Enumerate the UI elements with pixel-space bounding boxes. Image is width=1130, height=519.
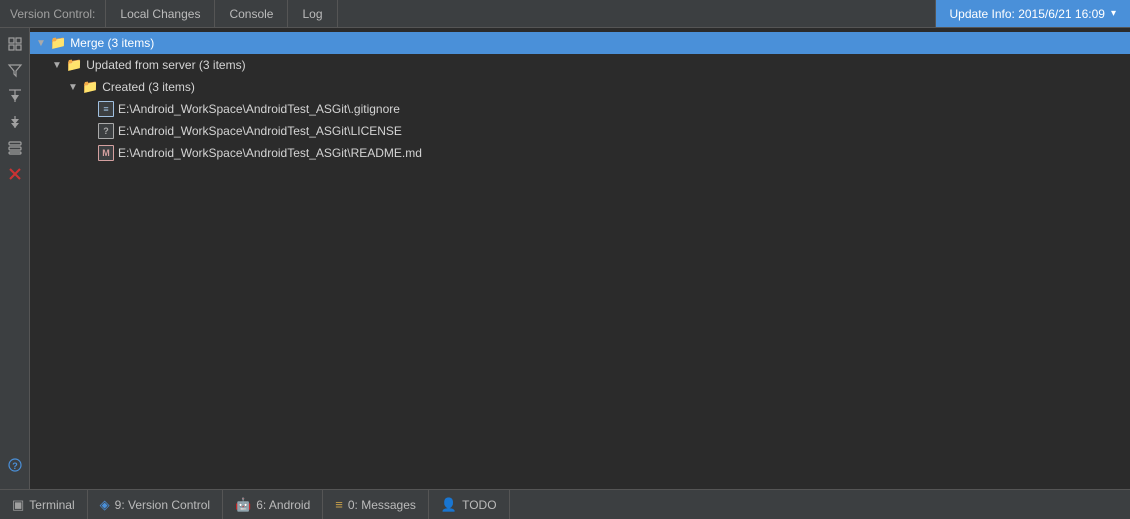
- content-area: ▼ 📁 Merge (3 items) ▼ 📁 Updated from ser…: [30, 28, 1130, 489]
- todo-icon: 👤: [441, 497, 457, 513]
- android-icon: 🤖: [235, 497, 251, 513]
- file-label: E:\Android_WorkSpace\AndroidTest_ASGit\L…: [118, 124, 402, 138]
- messages-icon: ≡: [335, 497, 343, 512]
- tab-log[interactable]: Log: [288, 0, 337, 27]
- file-badge-icon: ≡: [98, 101, 114, 117]
- svg-text:?: ?: [12, 461, 18, 471]
- folder-icon: 📁: [66, 57, 82, 73]
- expand-arrow-icon: ▼: [34, 36, 48, 50]
- tree-row[interactable]: ▶ ≡ E:\Android_WorkSpace\AndroidTest_ASG…: [30, 98, 1130, 120]
- todo-label: TODO: [462, 498, 496, 512]
- dropdown-arrow-icon: ▾: [1111, 8, 1116, 19]
- tree-node-label: Updated from server (3 items): [86, 58, 245, 72]
- tree-row[interactable]: ▼ 📁 Updated from server (3 items): [30, 54, 1130, 76]
- folder-icon: 📁: [50, 35, 66, 51]
- file-tree: ▼ 📁 Merge (3 items) ▼ 📁 Updated from ser…: [30, 28, 1130, 168]
- tree-row[interactable]: ▶ ? E:\Android_WorkSpace\AndroidTest_ASG…: [30, 120, 1130, 142]
- collapse-all-button[interactable]: [3, 32, 27, 56]
- status-tab-messages[interactable]: ≡ 0: Messages: [323, 490, 429, 519]
- group-button[interactable]: [3, 136, 27, 160]
- tab-update-info[interactable]: Update Info: 2015/6/21 16:09 ▾: [935, 0, 1130, 27]
- terminal-label: Terminal: [29, 498, 74, 512]
- top-tab-bar: Version Control: Local Changes Console L…: [0, 0, 1130, 28]
- remove-button[interactable]: [3, 162, 27, 186]
- tree-row[interactable]: ▼ 📁 Merge (3 items): [30, 32, 1130, 54]
- tab-console[interactable]: Console: [215, 0, 288, 27]
- terminal-icon: ▣: [12, 497, 24, 513]
- expand-arrow-icon: ▼: [50, 58, 64, 72]
- android-label: 6: Android: [256, 498, 310, 512]
- help-button[interactable]: ?: [3, 453, 27, 477]
- filter-button[interactable]: [3, 58, 27, 82]
- expand-arrow-icon: ▼: [66, 80, 80, 94]
- tree-node-label: Created (3 items): [102, 80, 195, 94]
- version-control-label: 9: Version Control: [115, 498, 210, 512]
- expand-to-first-button[interactable]: [3, 84, 27, 108]
- folder-icon: 📁: [82, 79, 98, 95]
- tree-row[interactable]: ▼ 📁 Created (3 items): [30, 76, 1130, 98]
- tree-row[interactable]: ▶ M E:\Android_WorkSpace\AndroidTest_ASG…: [30, 142, 1130, 164]
- expand-all-button[interactable]: [3, 110, 27, 134]
- left-toolbar: ?: [0, 28, 30, 489]
- tree-node-label: Merge (3 items): [70, 36, 154, 50]
- status-tab-android[interactable]: 🤖 6: Android: [223, 490, 323, 519]
- file-badge-icon: ?: [98, 123, 114, 139]
- status-tab-version-control[interactable]: ◈ 9: Version Control: [88, 490, 223, 519]
- main-layout: ? ▼ 📁 Merge (3 items) ▼ 📁 Updated from s…: [0, 28, 1130, 489]
- file-label: E:\Android_WorkSpace\AndroidTest_ASGit\.…: [118, 102, 400, 116]
- version-control-icon: ◈: [100, 497, 110, 513]
- status-tab-terminal[interactable]: ▣ Terminal: [0, 490, 88, 519]
- file-label: E:\Android_WorkSpace\AndroidTest_ASGit\R…: [118, 146, 422, 160]
- tab-local-changes[interactable]: Local Changes: [106, 0, 215, 27]
- version-control-label: Version Control:: [0, 0, 106, 27]
- status-tab-todo[interactable]: 👤 TODO: [429, 490, 510, 519]
- messages-label: 0: Messages: [348, 498, 416, 512]
- status-bar: ▣ Terminal ◈ 9: Version Control 🤖 6: And…: [0, 489, 1130, 519]
- file-badge-icon: M: [98, 145, 114, 161]
